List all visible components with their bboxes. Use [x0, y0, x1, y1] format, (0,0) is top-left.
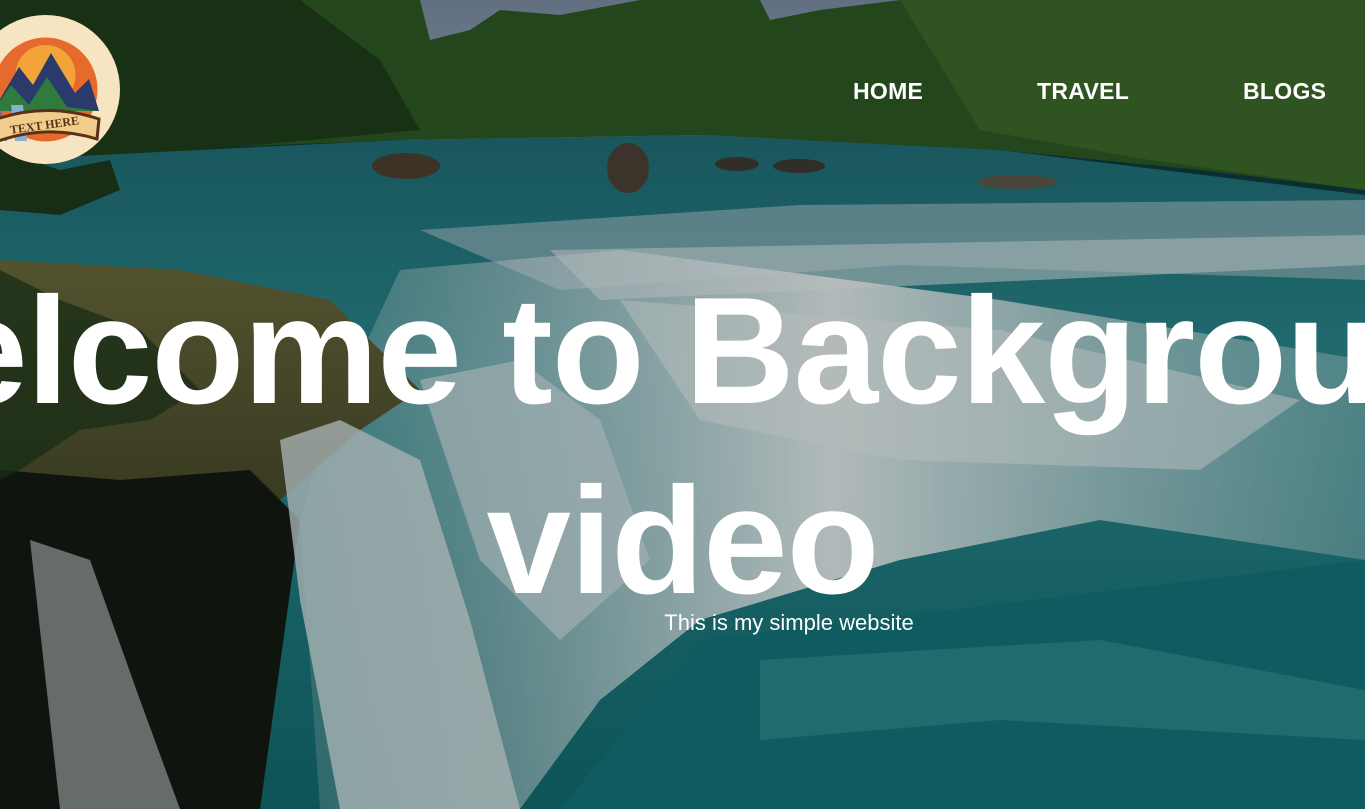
- hero-title: Welcome to Background video: [0, 256, 1365, 636]
- nav-link-travel[interactable]: TRAVEL: [1037, 76, 1129, 106]
- main-nav: HOME TRAVEL BLOGS: [0, 76, 1365, 106]
- page: TEXT HERE HOME TRAVEL BLOGS Welcome to B…: [0, 0, 1365, 809]
- nav-link-blogs[interactable]: BLOGS: [1243, 76, 1326, 106]
- nav-link-home[interactable]: HOME: [853, 76, 923, 106]
- hero-title-line1: Welcome to Background: [0, 266, 1365, 436]
- hero: Welcome to Background video: [0, 256, 1365, 636]
- hero-subtitle: This is my simple website: [664, 610, 914, 635]
